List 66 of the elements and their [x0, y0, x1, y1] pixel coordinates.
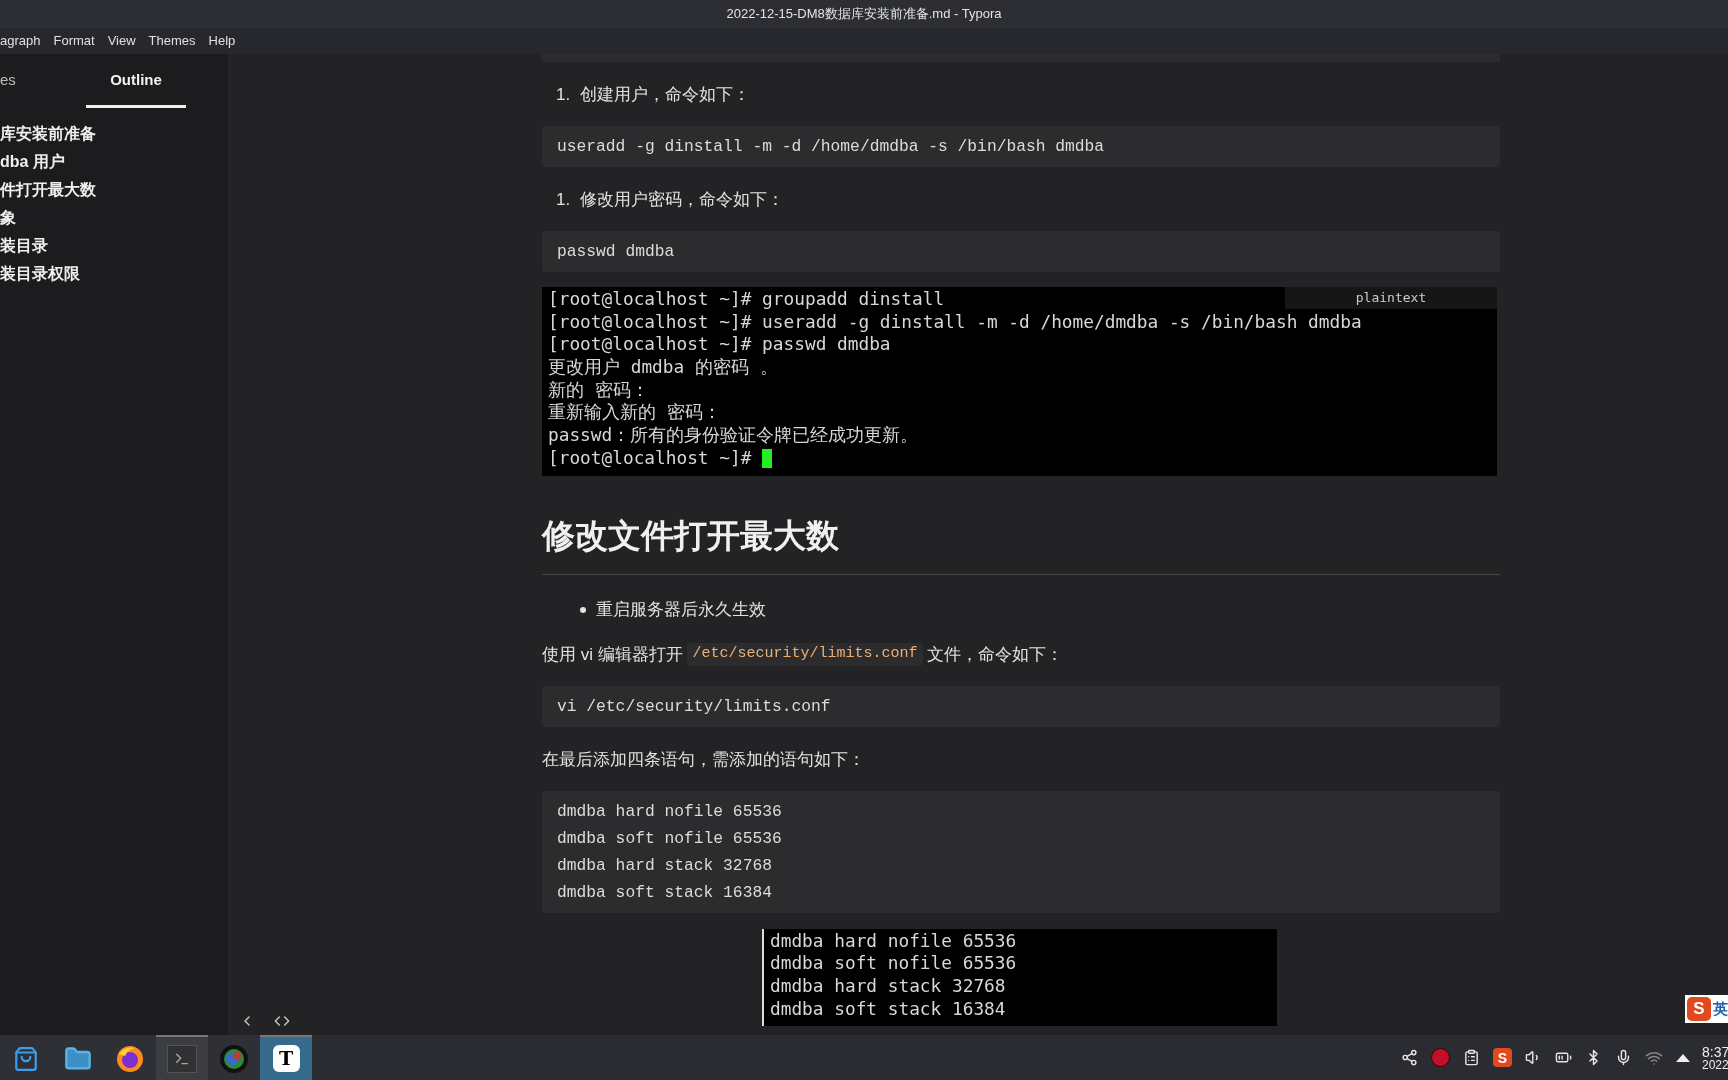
outline-item[interactable]: 象	[0, 204, 16, 232]
folder-icon	[64, 1044, 92, 1073]
typora-logo: T	[272, 1045, 300, 1072]
taskbar-app[interactable]	[104, 1035, 156, 1080]
terminal-line: [root@localhost ~]#	[548, 445, 753, 470]
terminal-line: dmdba soft nofile 65536	[770, 951, 1017, 976]
clock-time[interactable]: 8:37	[1702, 1044, 1728, 1059]
code-line: vi /etc/security/limits.conf	[557, 695, 831, 718]
menu-item[interactable]: agraph	[0, 31, 41, 51]
terminal-line: dmdba soft stack 16384	[770, 996, 1006, 1021]
clipboard-icon[interactable]	[1463, 1049, 1480, 1066]
network-icon[interactable]	[1401, 1049, 1418, 1066]
terminal-line: [root@localhost ~]# useradd -g dinstall -m -d /home/dmdba -s /bin/bash dmdba	[548, 309, 1362, 334]
code-line: dmdba hard nofile 65536	[557, 800, 782, 823]
section-heading: 修改文件打开最大数	[542, 515, 839, 556]
source-code-icon[interactable]	[273, 1013, 291, 1029]
outline-item[interactable]: dba 用户	[0, 148, 65, 176]
camera-lens-icon	[219, 1043, 249, 1074]
terminal-line: dmdba hard nofile 65536	[770, 928, 1017, 953]
window-title: 2022-12-15-DM8数据库安装前准备.md - Typora	[726, 5, 1002, 24]
outline-item[interactable]: 装目录权限	[0, 260, 80, 288]
paragraph: 使用 vi 编辑器打开 /etc/security/limits.conf 文件，命令如下：	[542, 642, 1064, 667]
code-line: dmdba hard stack 32768	[557, 854, 772, 877]
expand-triangle-icon[interactable]	[1676, 1053, 1690, 1062]
sidebar-tab[interactable]: Outline	[86, 62, 186, 108]
list-number: 1.	[556, 84, 571, 107]
code-line: passwd dmdba	[557, 241, 675, 263]
outline-item[interactable]: 库安装前准备	[0, 120, 96, 148]
terminal-icon	[167, 1044, 197, 1073]
record-icon[interactable]	[1431, 1048, 1450, 1067]
input-method-icon[interactable]: S	[1493, 1048, 1512, 1067]
taskbar-app[interactable]	[208, 1035, 260, 1080]
outline-item[interactable]: 件打开最大数	[0, 176, 96, 204]
terminal-line: 重新输入新的 密码：	[548, 400, 721, 425]
menu-item[interactable]: View	[107, 31, 136, 51]
menu-item[interactable]: Format	[53, 31, 95, 51]
shopping-bag-icon	[13, 1045, 39, 1072]
paragraph: 在最后添加四条语句，需添加的语句如下：	[542, 748, 865, 771]
microphone-icon[interactable]	[1615, 1049, 1632, 1066]
inline-code: /etc/security/limits.conf	[687, 643, 923, 666]
browser-icon	[115, 1043, 145, 1074]
terminal-line: dmdba hard stack 32768	[770, 973, 1006, 998]
code-line: dmdba soft nofile 65536	[557, 827, 782, 850]
language-label[interactable]: plaintext	[1285, 287, 1497, 309]
list-number: 1.	[556, 189, 571, 212]
code-line: dmdba soft stack 16384	[557, 881, 772, 904]
taskbar-app[interactable]	[0, 1035, 52, 1080]
clock-date[interactable]: 2022	[1702, 1058, 1728, 1071]
terminal-line: 更改用户 dmdba 的密码 。	[548, 355, 778, 380]
sidebar-tab[interactable]: es	[0, 62, 86, 108]
input-method-logo: S	[1687, 997, 1711, 1021]
menu-item[interactable]: Help	[208, 31, 236, 51]
terminal-line: [root@localhost ~]# passwd dmdba	[548, 332, 891, 357]
bullet-text: 重启服务器后永久生效	[596, 598, 766, 621]
code-line: useradd -g dinstall -m -d /home/dmdba -s /bin/bash dmdba	[557, 136, 1105, 158]
outline-item[interactable]: 装目录	[0, 232, 48, 260]
taskbar-app[interactable]: T	[260, 1035, 312, 1080]
input-method-indicator[interactable]: S 英	[1685, 995, 1728, 1023]
terminal-line: passwd：所有的身份验证令牌已经成功更新。	[548, 423, 919, 448]
terminal-line: 新的 密码：	[548, 377, 649, 402]
terminal-line: [root@localhost ~]# groupadd dinstall	[548, 287, 945, 311]
menu-item[interactable]: Themes	[148, 31, 196, 51]
list-item-text: 创建用户，命令如下：	[580, 84, 751, 107]
input-mode-text: 英	[1713, 998, 1728, 1019]
list-item-text: 修改用户密码，命令如下：	[580, 189, 785, 212]
taskbar-app[interactable]	[156, 1035, 208, 1080]
